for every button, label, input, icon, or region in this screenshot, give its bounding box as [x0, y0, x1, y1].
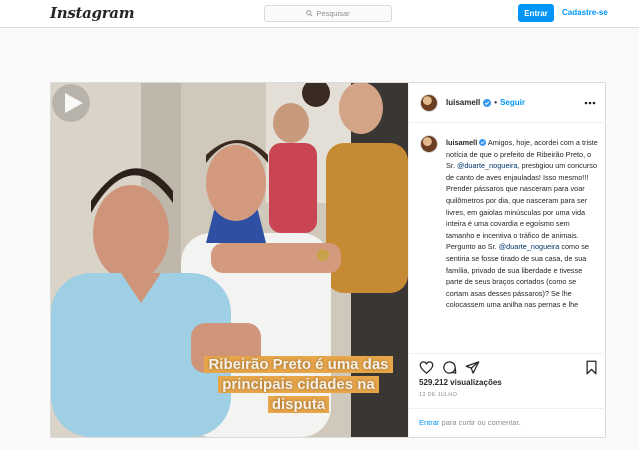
avatar[interactable]: [420, 135, 438, 153]
avatar[interactable]: [420, 94, 438, 112]
post-card: Ribeirão Preto é uma das principais cida…: [50, 82, 606, 438]
search-input[interactable]: Pesquisar: [264, 5, 392, 22]
post-caption: luisamell Amigos, hoje, acordei com a tr…: [446, 137, 598, 311]
post-author: luisamell • Seguir: [446, 98, 525, 107]
more-options-icon[interactable]: [584, 98, 596, 108]
views-count: 529.212 visualizações: [419, 378, 502, 387]
views-label: visualizações: [450, 378, 502, 387]
post-header: luisamell • Seguir: [409, 83, 606, 123]
bookmark-icon[interactable]: [584, 360, 599, 375]
caption-text-part: como se sentiria se fosse tirado de sua …: [446, 242, 589, 310]
heart-icon[interactable]: [419, 360, 434, 375]
signup-link[interactable]: Cadastre-se: [562, 8, 608, 17]
caption-text-part: Pergunto ao Sr.: [446, 242, 497, 252]
mention-link[interactable]: @duarte_nogueira: [499, 242, 560, 251]
video-caption-line: disputa: [267, 396, 330, 413]
verified-badge-icon: [483, 98, 492, 107]
post-date[interactable]: 13 DE JULHO: [419, 392, 457, 398]
video-caption-overlay: Ribeirão Preto é uma das principais cida…: [191, 355, 406, 415]
instagram-logo[interactable]: Instagram: [50, 4, 135, 22]
caption-text-part: , prestigiou um concurso de canto de ave…: [446, 161, 598, 240]
username-link[interactable]: luisamell: [446, 98, 480, 107]
views-number: 529.212: [419, 378, 448, 387]
top-navigation-bar: Instagram Pesquisar Entrar Cadastre-se: [0, 0, 639, 28]
search-icon: [306, 10, 313, 17]
verified-badge-icon: [479, 139, 487, 146]
login-prompt-text: para curtir ou comentar.: [441, 418, 521, 427]
search-placeholder: Pesquisar: [316, 9, 350, 18]
caption-username[interactable]: luisamell: [446, 138, 477, 147]
video-caption-line: Ribeirão Preto é uma das: [204, 356, 393, 373]
follow-button[interactable]: Seguir: [500, 98, 525, 107]
mention-link[interactable]: @duarte_nogueira: [457, 161, 518, 170]
login-button[interactable]: Entrar: [518, 4, 554, 22]
comments-section: luisamell Amigos, hoje, acordei com a tr…: [409, 123, 606, 353]
post-side-panel: luisamell • Seguir luisamell Amigos, hoj…: [408, 83, 606, 437]
login-to-comment-bar: Entrar para curtir ou comentar.: [409, 408, 606, 437]
comment-icon[interactable]: [442, 360, 457, 375]
play-icon[interactable]: [51, 83, 91, 123]
video-caption-line: principais cidades na: [218, 376, 379, 393]
share-icon[interactable]: [465, 360, 480, 375]
video-player[interactable]: Ribeirão Preto é uma das principais cida…: [51, 83, 408, 437]
login-link[interactable]: Entrar: [419, 418, 439, 427]
separator-dot: •: [494, 98, 498, 107]
